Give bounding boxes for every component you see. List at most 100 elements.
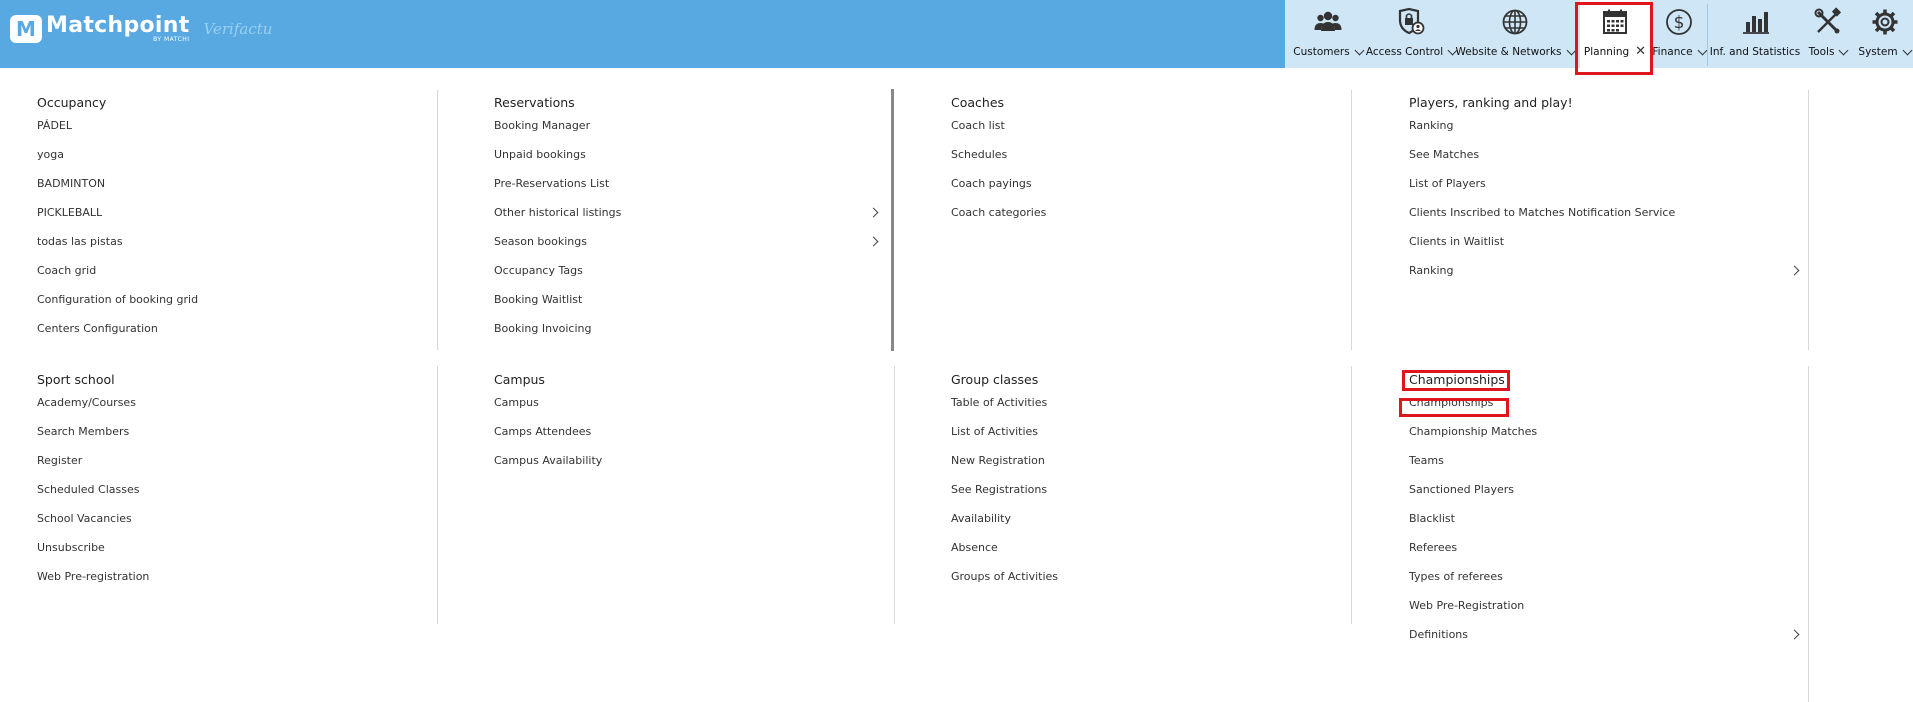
menu-item[interactable]: Campus xyxy=(494,388,884,417)
menu-item[interactable]: School Vacancies xyxy=(37,504,427,533)
scrollbar[interactable] xyxy=(891,89,894,351)
menu-item[interactable]: Clients Inscribed to Matches Notificatio… xyxy=(1409,198,1801,227)
menu-item[interactable]: Availability xyxy=(951,504,1341,533)
menu-item[interactable]: Referees xyxy=(1409,533,1801,562)
menu-item[interactable]: See Matches xyxy=(1409,140,1801,169)
matchpoint-logo[interactable]: M Matchpoint BY MATCHI Verifactu xyxy=(10,14,272,43)
section-title: Players, ranking and play! xyxy=(1409,95,1573,110)
column-divider xyxy=(437,366,438,624)
menu-item-submenu[interactable]: Ranking xyxy=(1409,256,1801,285)
menu-item[interactable]: Table of Activities xyxy=(951,388,1341,417)
menu-item[interactable]: PÁDEL xyxy=(37,111,427,140)
menu-item[interactable]: Occupancy Tags xyxy=(494,256,880,285)
menu-item[interactable]: PICKLEBALL xyxy=(37,198,427,227)
menu-item[interactable]: Scheduled Classes xyxy=(37,475,427,504)
menu-item[interactable]: Booking Waitlist xyxy=(494,285,880,314)
section-group-classes: Group classes Table of Activities List o… xyxy=(951,370,1341,591)
championships-link-highlight xyxy=(1399,398,1509,417)
chevron-down-icon xyxy=(1354,45,1365,56)
nav-label-finance: Finance xyxy=(1652,46,1693,58)
menu-item[interactable]: Coach payings xyxy=(951,169,1341,198)
section-title: Coaches xyxy=(951,95,1005,110)
menu-item[interactable]: yoga xyxy=(37,140,427,169)
verifactu-logo: Verifactu xyxy=(203,19,273,38)
planning-mega-menu: Occupancy PÁDEL yoga BADMINTON PICKLEBAL… xyxy=(0,68,1913,702)
menu-item-submenu[interactable]: Definitions xyxy=(1409,620,1801,649)
menu-item[interactable]: List of Players xyxy=(1409,169,1801,198)
menu-item[interactable]: todas las pistas xyxy=(37,227,427,256)
nav-statistics[interactable]: Inf. and Statistics xyxy=(1710,0,1800,68)
menu-item[interactable]: Ranking xyxy=(1409,111,1801,140)
menu-item[interactable]: Web Pre-Registration xyxy=(1409,591,1801,620)
users-icon xyxy=(1314,11,1342,31)
bar-chart-icon xyxy=(1743,12,1769,34)
nav-finance[interactable]: $ Finance xyxy=(1652,0,1708,68)
menu-item[interactable]: Blacklist xyxy=(1409,504,1801,533)
section-reservations: Reservations Booking Manager Unpaid book… xyxy=(494,93,880,343)
nav-separator xyxy=(1707,4,1708,66)
nav-access-control[interactable]: Access Control xyxy=(1365,0,1458,68)
menu-item[interactable]: Booking Manager xyxy=(494,111,880,140)
globe-icon xyxy=(1502,9,1528,35)
menu-item-submenu[interactable]: Other historical listings xyxy=(494,198,880,227)
nav-label-tools: Tools xyxy=(1808,46,1835,58)
gear-icon xyxy=(1872,9,1897,35)
chevron-down-icon xyxy=(1902,45,1913,56)
nav-label-system: System xyxy=(1858,46,1898,58)
menu-item[interactable]: Search Members xyxy=(37,417,427,446)
nav-label-access-control: Access Control xyxy=(1365,46,1444,58)
menu-item[interactable]: Web Pre-registration xyxy=(37,562,427,591)
menu-item[interactable]: See Registrations xyxy=(951,475,1341,504)
menu-item[interactable]: Campus Availability xyxy=(494,446,884,475)
column-divider xyxy=(1351,366,1352,624)
column-divider xyxy=(894,366,895,624)
menu-item[interactable]: Coach categories xyxy=(951,198,1341,227)
menu-item-submenu[interactable]: Season bookings xyxy=(494,227,880,256)
menu-item[interactable]: Pre-Reservations List xyxy=(494,169,880,198)
svg-text:$: $ xyxy=(1674,13,1685,33)
menu-item[interactable]: Schedules xyxy=(951,140,1341,169)
menu-item[interactable]: Centers Configuration xyxy=(37,314,427,343)
column-divider xyxy=(1808,366,1809,702)
menu-item[interactable]: Unpaid bookings xyxy=(494,140,880,169)
section-title: Campus xyxy=(494,372,545,387)
chevron-down-icon xyxy=(1838,45,1849,56)
nav-system[interactable]: System xyxy=(1856,0,1913,68)
menu-item[interactable]: Coach list xyxy=(951,111,1341,140)
section-title: Sport school xyxy=(37,372,115,387)
menu-item[interactable]: Absence xyxy=(951,533,1341,562)
menu-item[interactable]: Academy/Courses xyxy=(37,388,427,417)
menu-item[interactable]: List of Activities xyxy=(951,417,1341,446)
chevron-right-icon xyxy=(868,236,879,247)
chevron-right-icon xyxy=(868,207,879,218)
menu-item[interactable]: Teams xyxy=(1409,446,1801,475)
nav-label-customers: Customers xyxy=(1293,46,1350,58)
menu-item[interactable]: Championship Matches xyxy=(1409,417,1801,446)
menu-item[interactable]: Coach grid xyxy=(37,256,427,285)
menu-item-label: Other historical listings xyxy=(494,206,622,219)
column-divider xyxy=(437,90,438,350)
menu-item[interactable]: Configuration of booking grid xyxy=(37,285,427,314)
nav-customers[interactable]: Customers xyxy=(1290,0,1366,68)
section-title: Group classes xyxy=(951,372,1039,387)
menu-item[interactable]: Groups of Activities xyxy=(951,562,1341,591)
menu-item[interactable]: Register xyxy=(37,446,427,475)
chevron-right-icon xyxy=(1789,265,1800,276)
menu-item[interactable]: Sanctioned Players xyxy=(1409,475,1801,504)
nav-website-networks[interactable]: Website & Networks xyxy=(1455,0,1576,68)
menu-item[interactable]: Camps Attendees xyxy=(494,417,884,446)
menu-item[interactable]: Booking Invoicing xyxy=(494,314,880,343)
menu-item-label: Season bookings xyxy=(494,235,587,248)
championships-title-highlight xyxy=(1402,370,1510,391)
menu-item[interactable]: Unsubscribe xyxy=(37,533,427,562)
menu-item[interactable]: Types of referees xyxy=(1409,562,1801,591)
lock-shield-icon xyxy=(1398,7,1425,35)
tools-icon xyxy=(1814,7,1842,34)
column-divider xyxy=(1351,90,1352,350)
menu-item[interactable]: Clients in Waitlist xyxy=(1409,227,1801,256)
menu-item[interactable]: New Registration xyxy=(951,446,1341,475)
menu-item[interactable]: BADMINTON xyxy=(37,169,427,198)
section-campus: Campus Campus Camps Attendees Campus Ava… xyxy=(494,370,884,475)
nav-tools[interactable]: Tools xyxy=(1802,0,1854,68)
menu-item-label: Definitions xyxy=(1409,628,1468,641)
